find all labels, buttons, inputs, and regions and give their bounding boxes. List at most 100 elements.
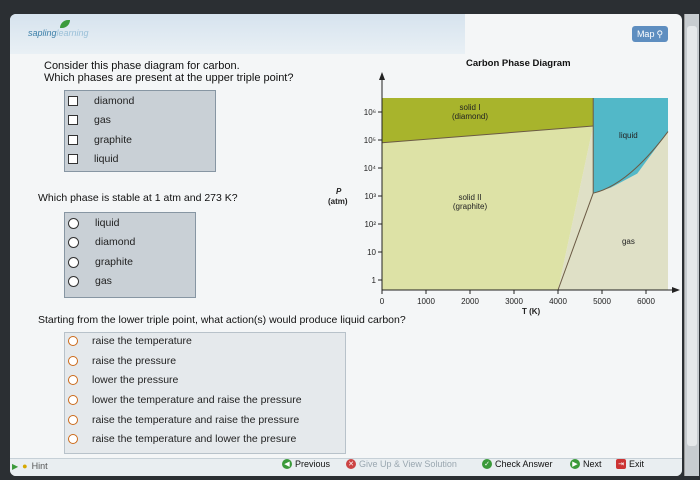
map-button[interactable]: Map ⚲: [632, 26, 668, 42]
question3-option[interactable]: raise the temperature and raise the pres…: [68, 414, 299, 426]
graphite-region: [382, 126, 594, 290]
y-tick-label: 10⁴: [364, 164, 377, 173]
option-label: raise the temperature and raise the pres…: [92, 414, 300, 426]
radio-button[interactable]: [68, 275, 79, 287]
question3-option[interactable]: raise the pressure: [68, 355, 176, 367]
app-logo: saplinglearning: [28, 28, 89, 38]
option-label: liquid: [94, 153, 119, 165]
phase-diagram-chart: 0 1000 2000 3000 4000 5000 6000 1 10 10² 10³ 10⁴ 10⁵…: [328, 72, 680, 316]
header-band: saplinglearning: [10, 14, 465, 54]
logo-text-light: learning: [56, 28, 89, 38]
checkbox[interactable]: [68, 115, 78, 125]
radio-button[interactable]: [68, 256, 79, 268]
give-up-icon: ✕: [346, 459, 356, 469]
option-label: raise the temperature and lower the pres…: [92, 433, 297, 445]
y-tick-label: 10²: [364, 220, 376, 229]
y-tick-label: 10⁵: [364, 136, 376, 145]
y-axis-label-unit: (atm): [328, 197, 348, 206]
option-label: graphite: [94, 134, 132, 146]
exit-label: Exit: [629, 459, 645, 469]
question1-option[interactable]: gas: [68, 114, 111, 126]
hint-button[interactable]: ▶ ● Hint: [12, 461, 48, 471]
question1-line1: Consider this phase diagram for carbon.: [44, 60, 240, 72]
map-label: Map: [636, 29, 655, 39]
exit-icon: ⇥: [616, 459, 626, 469]
question3-text: Starting from the lower triple point, wh…: [38, 314, 406, 326]
bottom-toolbar: ▶ ● Hint ◀ Previous ✕ Give Up & View Sol…: [10, 458, 682, 476]
next-button[interactable]: ▶ Next: [570, 459, 602, 469]
radio-button[interactable]: [68, 395, 78, 405]
question1: Consider this phase diagram for carbon. …: [44, 60, 293, 84]
x-tick-label: 6000: [637, 297, 655, 306]
y-tick-label: 10⁶: [364, 108, 376, 117]
question1-option[interactable]: liquid: [68, 153, 119, 165]
question1-option[interactable]: graphite: [68, 134, 132, 146]
exit-button[interactable]: ⇥ Exit: [616, 459, 644, 469]
x-tick-label: 0: [380, 297, 385, 306]
checkbox[interactable]: [68, 96, 78, 106]
question1-line2: Which phases are present at the upper tr…: [44, 72, 294, 84]
x-tick-label: 1000: [417, 297, 435, 306]
question1-option[interactable]: diamond: [68, 95, 134, 107]
scrollbar-thumb[interactable]: [687, 26, 697, 446]
next-arrow-icon: ▶: [570, 459, 580, 469]
option-label: raise the temperature: [92, 335, 192, 347]
option-label: liquid: [95, 217, 120, 229]
checkbox[interactable]: [68, 135, 78, 145]
play-icon: ▶: [12, 461, 19, 471]
question3-option[interactable]: raise the temperature: [68, 335, 192, 347]
question2-option[interactable]: diamond: [68, 236, 135, 248]
radio-button[interactable]: [68, 434, 78, 444]
give-up-button[interactable]: ✕ Give Up & View Solution: [346, 459, 457, 469]
radio-button[interactable]: [68, 217, 79, 229]
radio-button[interactable]: [68, 356, 78, 366]
diamond-label-line1: solid I: [460, 103, 481, 112]
y-axis-arrow: [379, 72, 385, 80]
x-axis-arrow: [672, 287, 680, 293]
x-tick-label: 2000: [461, 297, 479, 306]
check-label: Check Answer: [495, 459, 553, 469]
option-label: lower the temperature and raise the pres…: [92, 394, 302, 406]
previous-label: Previous: [295, 459, 331, 469]
question2-option[interactable]: gas: [68, 275, 112, 287]
x-tick-label: 5000: [593, 297, 611, 306]
leaf-icon: [60, 20, 70, 28]
check-answer-button[interactable]: ✓ Check Answer: [482, 459, 553, 469]
question3-option[interactable]: lower the temperature and raise the pres…: [68, 394, 302, 406]
give-up-label: Give Up & View Solution: [359, 459, 457, 469]
radio-button[interactable]: [68, 375, 78, 385]
checkbox[interactable]: [68, 154, 78, 164]
option-label: gas: [94, 114, 111, 126]
question2-text: Which phase is stable at 1 atm and 273 K…: [38, 192, 238, 204]
bulb-icon: ●: [22, 461, 28, 471]
option-label: raise the pressure: [92, 355, 177, 367]
radio-button[interactable]: [68, 415, 78, 425]
app-window: saplinglearning Map ⚲ Consider this phas…: [10, 14, 682, 476]
option-label: gas: [95, 275, 112, 287]
y-tick-label: 1: [372, 276, 377, 285]
radio-button[interactable]: [68, 336, 78, 346]
check-icon: ✓: [482, 459, 492, 469]
logo-text: sapling: [28, 28, 57, 38]
x-tick-label: 3000: [505, 297, 523, 306]
graphite-label-line1: solid II: [458, 193, 481, 202]
question2-option[interactable]: graphite: [68, 256, 133, 268]
hint-label: Hint: [31, 461, 48, 471]
y-tick-label: 10³: [364, 192, 376, 201]
map-icon: ⚲: [656, 28, 664, 39]
previous-button[interactable]: ◀ Previous: [282, 459, 330, 469]
previous-arrow-icon: ◀: [282, 459, 292, 469]
graphite-label-line2: (graphite): [453, 202, 488, 211]
x-axis-label: T (K): [522, 307, 541, 316]
radio-button[interactable]: [68, 236, 79, 248]
y-tick-label: 10: [367, 248, 376, 257]
x-tick-label: 4000: [549, 297, 567, 306]
option-label: diamond: [95, 236, 136, 248]
y-axis-label-p: P: [336, 187, 342, 196]
gas-label: gas: [622, 237, 635, 246]
question3-option[interactable]: raise the temperature and lower the pres…: [68, 433, 296, 445]
question2-option[interactable]: liquid: [68, 217, 120, 229]
option-label: lower the pressure: [92, 374, 179, 386]
vertical-scrollbar[interactable]: [684, 14, 699, 476]
question3-option[interactable]: lower the pressure: [68, 374, 178, 386]
